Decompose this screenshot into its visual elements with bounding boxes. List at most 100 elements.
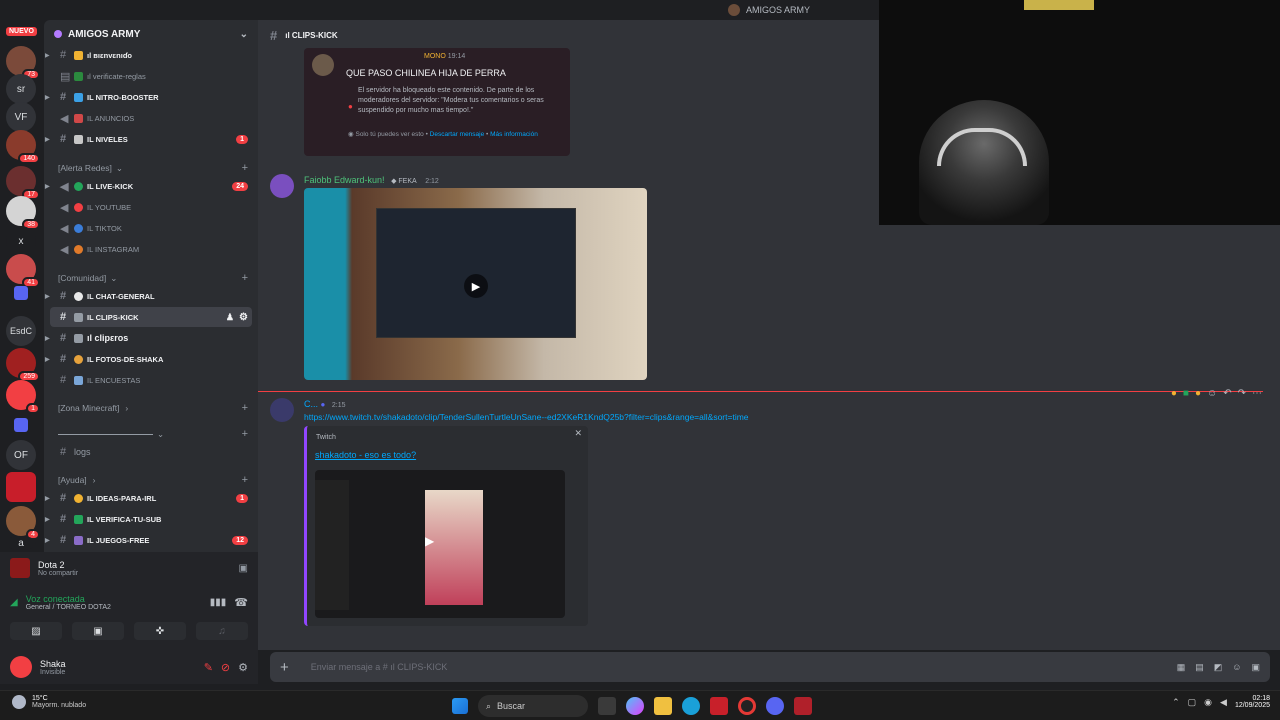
mute-mic-icon[interactable]: ✎ [204, 661, 213, 674]
copilot-icon[interactable] [626, 697, 644, 715]
channel-live-kick[interactable]: ▶ ◀ ıl LIVE-KICK 24 [45, 176, 252, 196]
channel-niveles[interactable]: ▶ # ıl NIVELES 1 [45, 129, 252, 149]
category-zona-minecraft[interactable]: [Zona Minecraft] › + [58, 400, 248, 416]
gif-icon[interactable]: ▤ [1195, 662, 1204, 673]
voice-channel[interactable]: General / TORNEO DOTA2 [26, 604, 111, 611]
server-icon-3[interactable]: VF [6, 102, 36, 132]
chevron-down-icon[interactable]: ⌄ [240, 29, 248, 40]
server-icon-1[interactable]: 73 [6, 46, 40, 80]
app-dark-red-icon[interactable] [794, 697, 812, 715]
activities-button[interactable]: ✜ [134, 622, 186, 640]
message-composer[interactable]: + Enviar mensaje a # ıl CLIPS-KICK ▦ ▤ ◩… [270, 652, 1270, 682]
server-icon-14[interactable]: OF [6, 440, 36, 470]
channel-verifica-tu-sub[interactable]: ▶ # ıl VERIFICA-TU-SUB [45, 509, 252, 529]
add-channel-icon[interactable]: + [242, 272, 248, 284]
add-channel-icon[interactable]: + [242, 428, 248, 440]
voice-status[interactable]: Voz conectada [26, 594, 111, 604]
disconnect-icon[interactable]: ☎ [234, 596, 248, 609]
embed-thumbnail[interactable]: ▶ [315, 470, 565, 618]
emoji-icon[interactable]: ☺ [1232, 662, 1241, 672]
channel-nitro-booster[interactable]: ▶ # ıl NITRO-BOOSTER [45, 87, 252, 107]
channel-ideas-para-irl[interactable]: ▶ # ıl IDEAS-PARA-IRL 1 [45, 488, 252, 508]
category-alerta-redes[interactable]: [Alerta Redes] ⌄ + [58, 160, 248, 176]
edge-icon[interactable] [682, 697, 700, 715]
channel-verificate-reglas[interactable]: ▤ ıl verificate-reglas [50, 66, 252, 86]
reaction-smile-icon[interactable]: ● [1195, 388, 1201, 399]
server-icon-13[interactable] [14, 418, 28, 432]
avatar[interactable] [270, 174, 294, 198]
network-icon[interactable]: ◉ [1204, 697, 1212, 708]
avatar[interactable] [10, 656, 32, 678]
server-icon-15[interactable] [6, 472, 36, 502]
reaction-laugh-icon[interactable]: ● [1171, 388, 1177, 399]
add-channel-icon[interactable]: + [242, 162, 248, 174]
avatar[interactable] [270, 398, 294, 422]
server-icon-6[interactable]: 38 [6, 196, 40, 230]
channel-clipeos[interactable]: ▶ # ıl clipεros [45, 328, 252, 348]
play-icon[interactable]: ▶ [464, 274, 488, 298]
server-icon-7[interactable]: x [6, 226, 36, 256]
video-attachment[interactable]: ▶ [304, 188, 647, 380]
author-name[interactable]: Faiobb Edward-kun! [304, 175, 385, 185]
channel-anuncios[interactable]: ◀ ıl ANUNCIOS [50, 108, 252, 128]
category-ayuda[interactable]: [Ayuda] › + [58, 472, 248, 488]
embed-close-icon[interactable]: ✕ [574, 428, 582, 439]
reply-icon[interactable]: ↶ [1223, 388, 1231, 399]
apps-icon[interactable]: ▣ [1251, 662, 1260, 673]
server-header[interactable]: AMIGOS ARMY ⌄ [44, 20, 258, 48]
noise-suppression-icon[interactable]: ▮▮▮ [210, 597, 227, 608]
video-off-button[interactable]: ▨ [10, 622, 62, 640]
gear-icon[interactable]: ⚙ [239, 312, 248, 323]
discord-icon[interactable] [766, 697, 784, 715]
tray-icon-1[interactable]: ▢ [1188, 697, 1197, 708]
embed-title[interactable]: shakadoto - eso es todo? [315, 450, 416, 460]
task-view-icon[interactable] [598, 697, 616, 715]
sticker-icon[interactable]: ◩ [1214, 662, 1223, 673]
channel-instagram[interactable]: ◀ ıl INSTAGRAM [50, 239, 252, 259]
clock-time[interactable]: 02:18 [1235, 695, 1270, 702]
channel-encuestas[interactable]: # ıl ENCUESTAS [50, 370, 252, 390]
chrome-icon[interactable] [738, 697, 756, 715]
invite-icon[interactable]: ♟ [226, 312, 234, 323]
deafen-icon[interactable]: ⊘ [221, 661, 230, 674]
channel-bienvenido[interactable]: ▶ # ıl ʙıɛnvɛnıɗo [45, 45, 252, 65]
channel-clips-kick[interactable]: # ıl CLIPS-KICK ♟ ⚙ [50, 307, 252, 327]
author-name[interactable]: C... [304, 399, 318, 409]
share-screen-button[interactable]: ▣ [72, 622, 124, 640]
windows-start-icon[interactable] [452, 698, 468, 714]
more-options-icon[interactable]: ⋯ [1252, 388, 1262, 399]
file-explorer-icon[interactable] [654, 697, 672, 715]
add-channel-icon[interactable]: + [242, 474, 248, 486]
server-icon-9[interactable] [14, 286, 28, 300]
category-comunidad[interactable]: [Comunidad] ⌄ + [58, 270, 248, 286]
soundboard-button[interactable]: ♫ [196, 622, 248, 640]
channel-juegos-free[interactable]: ▶ # ıl JUEGOS-FREE 12 [45, 530, 252, 550]
server-icon-5[interactable]: 17 [6, 166, 40, 200]
forward-icon[interactable]: ↷ [1238, 388, 1246, 399]
channel-tiktok[interactable]: ◀ ıl TIKTOK [50, 218, 252, 238]
screen-share-icon[interactable]: ▣ [239, 563, 248, 574]
dismiss-link[interactable]: Descartar mensaje [430, 131, 485, 138]
server-icon-4[interactable]: 140 [6, 130, 40, 164]
weather-widget[interactable]: 15°C Mayorm. nublado [12, 695, 86, 709]
add-channel-icon[interactable]: + [242, 402, 248, 414]
attach-plus-icon[interactable]: + [280, 659, 289, 676]
server-icon-2[interactable]: sr [6, 74, 36, 104]
message-input[interactable]: Enviar mensaje a # ıl CLIPS-KICK [311, 662, 448, 672]
gear-icon[interactable]: ⚙ [238, 661, 248, 674]
channel-chat-general[interactable]: ▶ # ıl CHAT-GENERAL [45, 286, 252, 306]
reaction-check-icon[interactable]: ■ [1183, 388, 1189, 399]
server-icon-12[interactable]: 1 [6, 380, 40, 414]
username[interactable]: Shaka [40, 659, 66, 669]
gift-icon[interactable]: ▦ [1177, 662, 1186, 673]
more-info-link[interactable]: Más información [490, 131, 538, 138]
channel-youtube[interactable]: ◀ ıl YOUTUBE [50, 197, 252, 217]
server-icon-10[interactable]: EsdC [6, 316, 36, 346]
clock-date[interactable]: 12/09/2025 [1235, 702, 1270, 709]
channel-logs[interactable]: # logs [50, 442, 252, 462]
tray-chevron-icon[interactable]: ⌃ [1172, 697, 1180, 708]
app-red-icon[interactable] [710, 697, 728, 715]
category-divider[interactable]: ⌄ + [58, 426, 248, 442]
server-icon-17[interactable]: a [6, 536, 36, 550]
add-reaction-icon[interactable]: ☺ [1207, 388, 1217, 399]
